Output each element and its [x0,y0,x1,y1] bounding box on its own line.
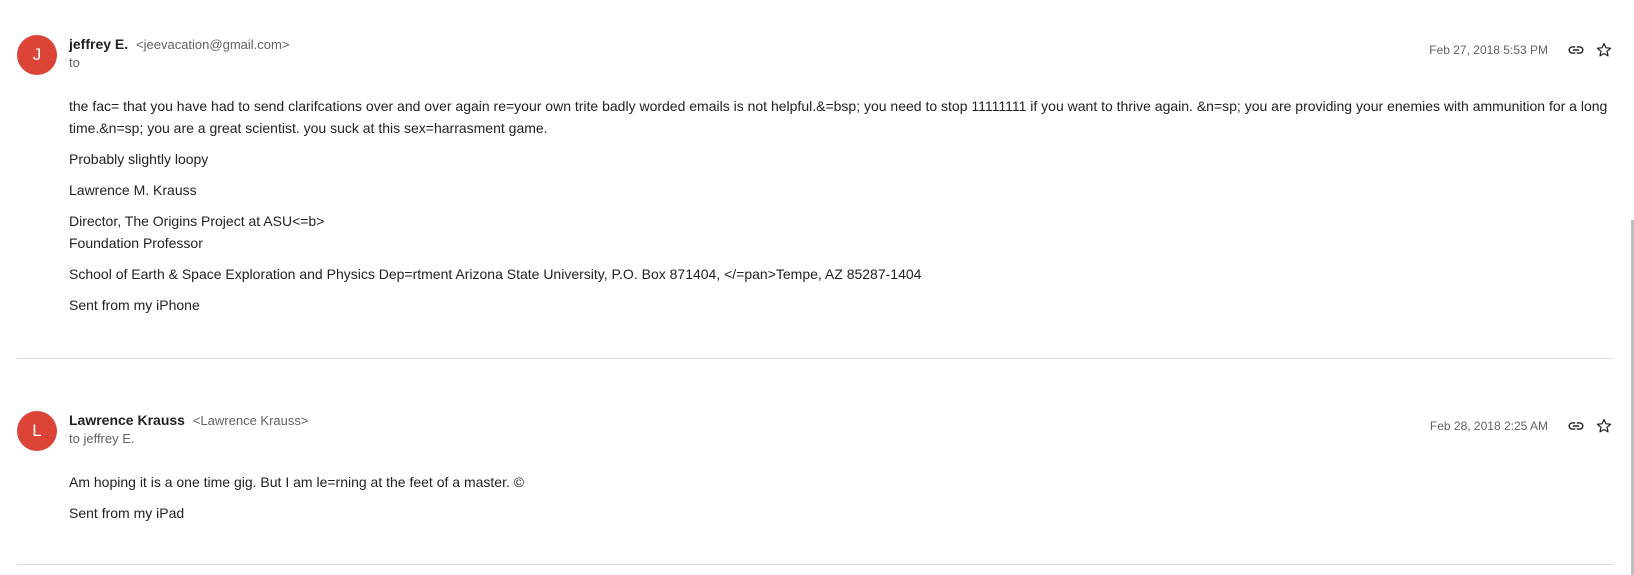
message-header: jeffrey E. <jeevacation@gmail.com> to [69,35,289,72]
message-body: Am hoping it is a one time gig. But I am… [69,471,1614,533]
recipient-line[interactable]: to [69,54,289,72]
message-header: Lawrence Krauss <Lawrence Krauss> to jef… [69,411,308,448]
message-meta: Feb 28, 2018 2:25 AM [1430,414,1616,438]
sent-from: Sent from my iPhone [69,297,200,313]
star-icon[interactable] [1592,414,1616,438]
message-meta: Feb 27, 2018 5:53 PM [1429,38,1616,62]
link-icon[interactable] [1564,414,1588,438]
star-icon[interactable] [1592,38,1616,62]
link-icon[interactable] [1564,38,1588,62]
sender-line: jeffrey E. <jeevacation@gmail.com> [69,35,289,54]
signature-address: School of Earth & Space Exploration and … [69,266,922,282]
email-thread: J jeffrey E. <jeevacation@gmail.com> to … [0,0,1634,575]
avatar[interactable]: L [17,411,57,451]
message-divider [17,564,1614,565]
message-date: Feb 28, 2018 2:25 AM [1429,419,1548,433]
body-paragraph: the fac= that you have had to send clari… [69,98,1608,136]
sent-from: Sent from my iPad [69,505,185,521]
body-paragraph: Am hoping it is a one time gig. But I am… [69,474,525,490]
avatar[interactable]: J [17,35,57,75]
signature-name: Lawrence M. Krauss [69,182,197,198]
sender-line: Lawrence Krauss <Lawrence Krauss> [69,411,308,430]
signature-role: Foundation Professor [69,235,203,251]
message-divider [17,358,1614,359]
sender-email: <jeevacation@gmail.com> [136,37,290,52]
message-date: Feb 27, 2018 5:53 PM [1429,43,1548,57]
sender-name[interactable]: Lawrence Krauss [69,412,185,428]
body-paragraph: Probably slightly loopy [69,151,209,167]
recipient-line[interactable]: to jeffrey E. [69,430,308,448]
signature-title: Director, The Origins Project at ASU<=b> [69,213,325,229]
sender-name[interactable]: jeffrey E. [69,36,128,52]
message-body: the fac= that you have had to send clari… [69,95,1614,325]
sender-email: <Lawrence Krauss> [192,413,309,428]
